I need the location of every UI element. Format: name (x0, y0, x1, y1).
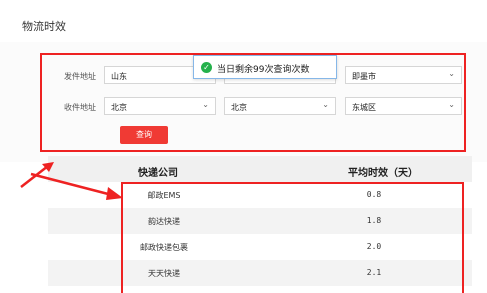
column-header-company: 快递公司 (138, 168, 178, 179)
table-highlight-box (121, 182, 464, 293)
toast-message: 当日剩余99次查询次数 (217, 65, 310, 75)
remaining-query-toast: ✓ 当日剩余99次查询次数 (193, 55, 337, 79)
check-circle-icon: ✓ (201, 62, 212, 73)
page-header: 物流时效 (0, 0, 487, 42)
column-header-avg-time: 平均时效（天） (348, 168, 418, 179)
page-title: 物流时效 (22, 20, 66, 33)
arrow-right-icon (30, 172, 123, 200)
